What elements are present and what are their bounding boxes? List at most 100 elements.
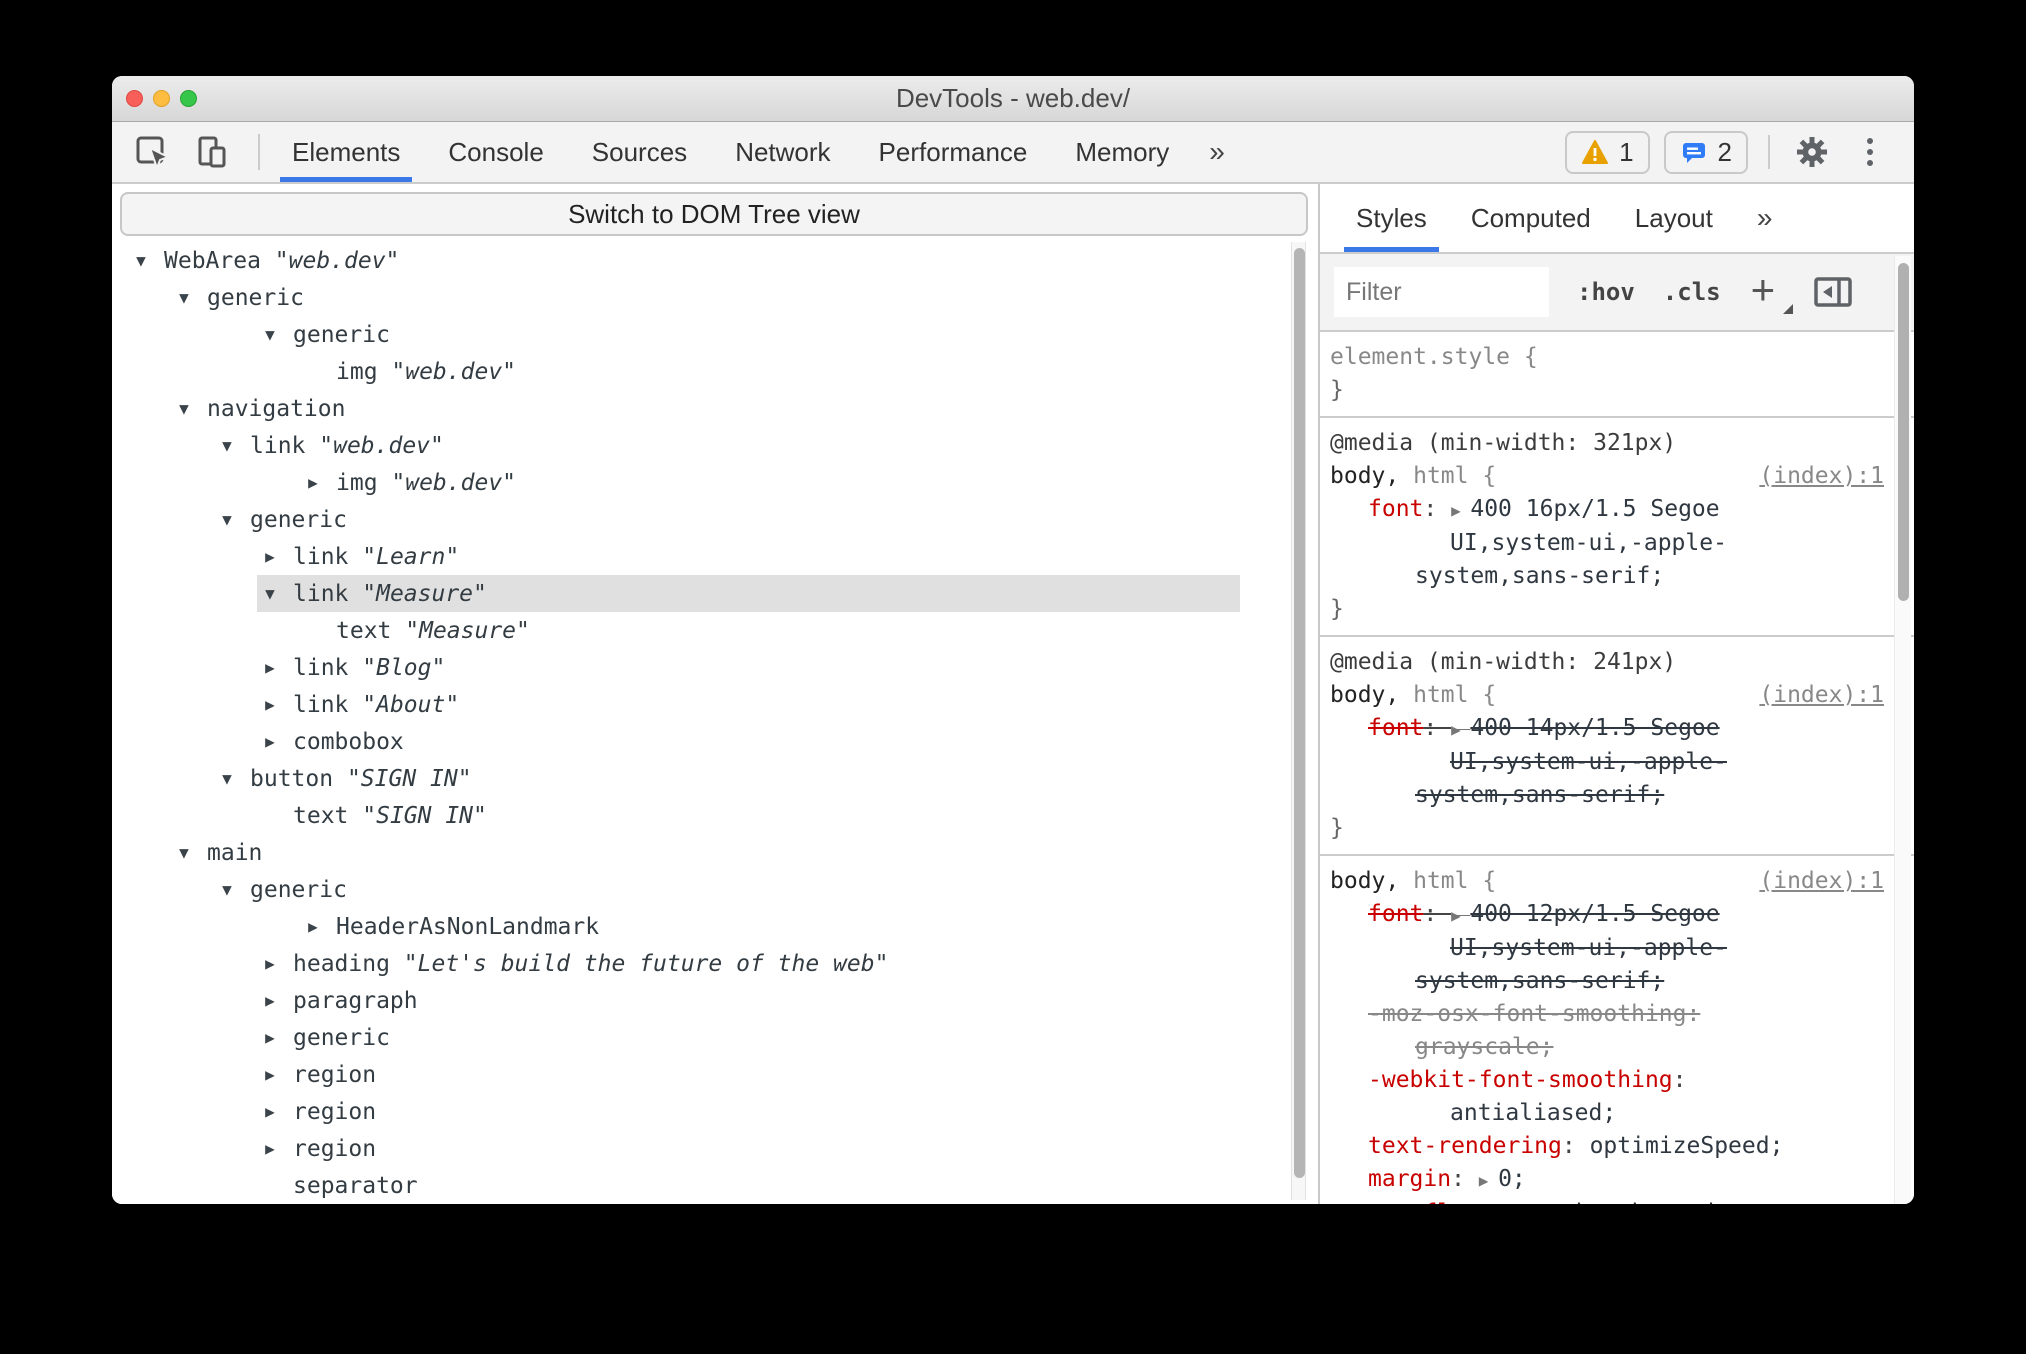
collapse-arrow-icon[interactable]: ▼ xyxy=(171,843,197,862)
css-val[interactable]: antialiased; xyxy=(1450,1100,1616,1126)
css-line[interactable]: font: ▶ 400 12px/1.5 Segoe xyxy=(1330,898,1906,932)
css-line[interactable]: system,sans-serif; xyxy=(1330,779,1906,812)
expand-arrow-icon[interactable]: ▶ xyxy=(257,1102,283,1121)
stylesheet-source-link[interactable]: (index):1 xyxy=(1759,679,1884,712)
tree-row-link[interactable]: ▼ link "Measure" xyxy=(112,575,1240,612)
collapse-arrow-icon[interactable]: ▼ xyxy=(257,325,283,344)
tab-console[interactable]: Console xyxy=(424,122,567,182)
zoom-window-button[interactable] xyxy=(180,90,197,107)
tree-row-generic[interactable]: ▼ generic xyxy=(112,279,1240,316)
tree-row-link[interactable]: ▶ link "Learn" xyxy=(112,538,1240,575)
collapse-arrow-icon[interactable]: ▼ xyxy=(214,880,240,899)
toggle-sidebar-icon[interactable] xyxy=(1813,274,1853,310)
css-line[interactable]: body, html {(index):1 xyxy=(1330,460,1906,493)
styles-scrollbar[interactable] xyxy=(1894,256,1911,1204)
css-val[interactable]: UI,system-ui,-apple- xyxy=(1450,530,1727,556)
styles-filter-input[interactable] xyxy=(1334,267,1549,317)
minimize-window-button[interactable] xyxy=(153,90,170,107)
css-line[interactable]: @media (min-width: 241px) xyxy=(1330,646,1906,679)
css-prop[interactable]: font xyxy=(1368,715,1423,741)
tree-row-heading[interactable]: ▶ heading "Let's build the future of the … xyxy=(112,945,1240,982)
collapse-arrow-icon[interactable]: ▼ xyxy=(214,436,240,455)
tree-row-generic[interactable]: ▼ generic xyxy=(112,316,1240,353)
expand-arrow-icon[interactable]: ▶ xyxy=(257,1065,283,1084)
css-line[interactable]: UI,system-ui,-apple- xyxy=(1330,527,1906,560)
css-prop[interactable]: font xyxy=(1368,901,1423,927)
styles-scrollbar-thumb[interactable] xyxy=(1898,263,1909,601)
settings-gear-icon[interactable] xyxy=(1790,130,1834,174)
css-line[interactable]: body, html {(index):1 xyxy=(1330,679,1906,712)
css-line[interactable]: } xyxy=(1330,812,1906,845)
tree-row-generic[interactable]: ▼ generic xyxy=(112,871,1240,908)
tree-row-region[interactable]: ▶ region xyxy=(112,1056,1240,1093)
stylesheet-source-link[interactable]: (index):1 xyxy=(1759,460,1884,493)
tab-styles[interactable]: Styles xyxy=(1334,184,1449,252)
css-val[interactable]: UI,system-ui,-apple- xyxy=(1450,749,1727,775)
css-prop[interactable]: margin xyxy=(1368,1166,1451,1192)
css-line[interactable]: overflow-wrap: break-word; xyxy=(1330,1197,1906,1204)
tree-scrollbar-thumb[interactable] xyxy=(1294,248,1305,1178)
expand-arrow-icon[interactable]: ▶ xyxy=(300,917,326,936)
css-line[interactable]: system,sans-serif; xyxy=(1330,560,1906,593)
toggle-hover-state-button[interactable]: :hov xyxy=(1577,278,1635,306)
css-line[interactable]: font: ▶ 400 14px/1.5 Segoe xyxy=(1330,712,1906,746)
tree-row-button[interactable]: ▼ button "SIGN IN" xyxy=(112,760,1240,797)
css-val[interactable]: UI,system-ui,-apple- xyxy=(1450,935,1727,961)
tree-row-text[interactable]: text "SIGN IN" xyxy=(112,797,1240,834)
css-val[interactable]: break-word; xyxy=(1576,1200,1728,1204)
tab-performance[interactable]: Performance xyxy=(855,122,1052,182)
warnings-badge[interactable]: 1 xyxy=(1565,130,1650,174)
tree-row-link[interactable]: ▶ link "About" xyxy=(112,686,1240,723)
tree-row-link[interactable]: ▼ link "web.dev" xyxy=(112,427,1240,464)
messages-badge[interactable]: 2 xyxy=(1663,130,1748,174)
expand-arrow-icon[interactable]: ▶ xyxy=(257,547,283,566)
tab-layout[interactable]: Layout xyxy=(1613,184,1735,252)
css-line[interactable]: text-rendering: optimizeSpeed; xyxy=(1330,1130,1906,1163)
switch-to-dom-tree-button[interactable]: Switch to DOM Tree view xyxy=(120,192,1308,236)
tab-network[interactable]: Network xyxy=(711,122,854,182)
css-line[interactable]: -webkit-font-smoothing: xyxy=(1330,1064,1906,1097)
more-tabs-chevron[interactable]: » xyxy=(1735,184,1795,252)
css-val[interactable]: system,sans-serif; xyxy=(1415,968,1664,994)
collapse-arrow-icon[interactable]: ▼ xyxy=(128,251,154,270)
inspect-element-icon[interactable] xyxy=(130,130,174,174)
css-line[interactable]: -moz-osx-font-smoothing: xyxy=(1330,998,1906,1031)
css-val[interactable]: optimizeSpeed; xyxy=(1590,1133,1784,1159)
tree-row-region[interactable]: ▶ region xyxy=(112,1093,1240,1130)
css-val[interactable]: 400 16px/1.5 Segoe xyxy=(1470,496,1719,522)
stylesheet-source-link[interactable]: (index):1 xyxy=(1759,865,1884,898)
tab-memory[interactable]: Memory xyxy=(1051,122,1193,182)
tab-sources[interactable]: Sources xyxy=(568,122,711,182)
css-line[interactable]: } xyxy=(1330,593,1906,626)
tree-row-text[interactable]: text "Measure" xyxy=(112,612,1240,649)
collapse-arrow-icon[interactable]: ▼ xyxy=(214,769,240,788)
css-line[interactable]: font: ▶ 400 16px/1.5 Segoe xyxy=(1330,493,1906,527)
collapse-arrow-icon[interactable]: ▼ xyxy=(214,510,240,529)
tree-row-region[interactable]: ▶ region xyxy=(112,1130,1240,1167)
tree-row-WebArea[interactable]: ▼ WebArea "web.dev" xyxy=(112,242,1240,279)
tree-row-HeaderAsNonLandmark[interactable]: ▶ HeaderAsNonLandmark xyxy=(112,908,1240,945)
css-prop[interactable]: overflow-wrap xyxy=(1368,1200,1548,1204)
css-prop[interactable]: font xyxy=(1368,496,1423,522)
tree-row-img[interactable]: ▶ img "web.dev" xyxy=(112,464,1240,501)
kebab-menu-icon[interactable] xyxy=(1848,130,1892,174)
expand-arrow-icon[interactable]: ▶ xyxy=(257,991,283,1010)
tab-computed[interactable]: Computed xyxy=(1449,184,1613,252)
css-line[interactable]: } xyxy=(1330,374,1906,407)
css-val[interactable]: system,sans-serif; xyxy=(1415,563,1664,589)
expand-arrow-icon[interactable]: ▶ xyxy=(257,658,283,677)
expand-arrow-icon[interactable]: ▶ xyxy=(257,695,283,714)
collapse-arrow-icon[interactable]: ▼ xyxy=(171,399,197,418)
css-val[interactable]: 400 14px/1.5 Segoe xyxy=(1470,715,1719,741)
toggle-class-button[interactable]: .cls xyxy=(1663,278,1721,306)
tree-row-paragraph[interactable]: ▶ paragraph xyxy=(112,982,1240,1019)
tab-elements[interactable]: Elements xyxy=(268,122,424,182)
expand-arrow-icon[interactable]: ▶ xyxy=(257,1028,283,1047)
css-val[interactable]: 0; xyxy=(1498,1166,1526,1192)
css-line[interactable]: system,sans-serif; xyxy=(1330,965,1906,998)
tree-row-navigation[interactable]: ▼ navigation xyxy=(112,390,1240,427)
new-style-rule-button[interactable]: + xyxy=(1751,269,1793,314)
css-line[interactable]: margin: ▶ 0; xyxy=(1330,1163,1906,1197)
tree-row-main[interactable]: ▼ main xyxy=(112,834,1240,871)
collapse-arrow-icon[interactable]: ▼ xyxy=(171,288,197,307)
